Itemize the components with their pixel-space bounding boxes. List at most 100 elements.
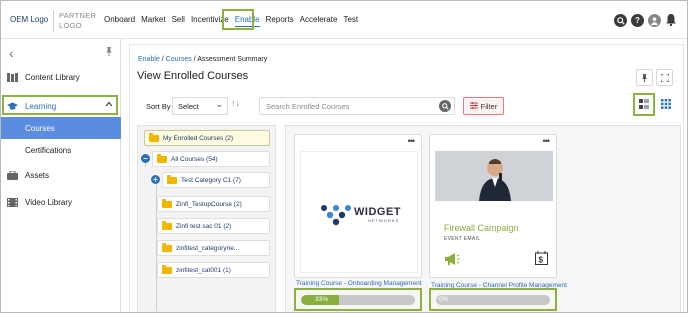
tree-node-child[interactable]: zinfitest_categoryne...: [157, 240, 270, 256]
progress-highlight-box: 33%: [294, 288, 422, 311]
sort-label: Sort By: [146, 102, 171, 111]
folder-icon: [157, 153, 167, 163]
campaign-photo: [435, 151, 553, 201]
title-actions: [636, 69, 673, 86]
search-icon[interactable]: [439, 100, 451, 112]
campaign-subtitle: EVENT EMAIL: [444, 236, 481, 242]
page-title: View Enrolled Courses: [137, 70, 249, 82]
tree-node-label: Test Category C1 (7): [181, 176, 241, 184]
folder-icon: [167, 174, 177, 184]
sidebar-top: ‹: [1, 39, 121, 67]
progress-highlight-box: 0%: [429, 288, 557, 311]
search-input[interactable]: Search Enrolled Courses: [259, 97, 455, 115]
help-icon[interactable]: ?: [631, 14, 644, 27]
enable-highlight-box: [222, 9, 254, 30]
search-icon[interactable]: [614, 14, 627, 27]
tree-node-child[interactable]: Zinfi test sac 01 (2): [157, 218, 270, 234]
pin-icon: [641, 73, 648, 82]
course-card[interactable]: ••• WIDGET NETWORKS: [294, 134, 422, 278]
toolbar: Sort By Select ⌄ ↑↓ Search Enrolled Cour…: [130, 93, 685, 119]
oem-logo[interactable]: OEM Logo: [10, 15, 48, 24]
list-view-icon[interactable]: [639, 99, 649, 111]
course-cards-area: ••• WIDGET NETWORKS Training Course - On…: [285, 125, 681, 312]
partner-logo-line2: LOGO: [59, 21, 82, 30]
tree-node-child[interactable]: zinfitest_cat001 (1): [157, 262, 270, 278]
sidebar-item-certifications[interactable]: Certifications: [1, 139, 121, 161]
sidebar-item-content-library[interactable]: Content Library: [1, 66, 121, 88]
grid-view-icon[interactable]: [661, 99, 671, 111]
nav-test[interactable]: Test: [343, 15, 358, 24]
tree-node-test-category[interactable]: Test Category C1 (7): [162, 172, 270, 188]
tree-node-label: All Courses (54): [171, 155, 218, 163]
progress-label: 0%: [439, 296, 449, 303]
partner-logo-line1: PARTNER: [59, 11, 97, 20]
breadcrumb-separator: /: [161, 56, 164, 63]
tree-node-label: Zinfi_TestupCourse (2): [176, 200, 242, 208]
breadcrumb-assessment-summary: Assessment Summary: [197, 56, 268, 63]
filter-label: Filter: [480, 101, 498, 111]
progress-label: 33%: [315, 296, 329, 303]
course-thumbnail: WIDGET NETWORKS: [300, 151, 418, 273]
sort-select[interactable]: Select ⌄: [172, 97, 228, 115]
sort-direction: ↑↓: [231, 98, 240, 108]
progress-bar: 33%: [301, 295, 415, 305]
filter-button[interactable]: Filter: [463, 97, 504, 115]
collapse-all-courses-icon[interactable]: –: [141, 154, 150, 163]
pin-page-button[interactable]: [636, 69, 653, 86]
tree-node-all-courses[interactable]: All Courses (54): [152, 151, 270, 167]
user-avatar-icon[interactable]: [648, 14, 661, 27]
sort-descending-icon[interactable]: ↓: [236, 98, 241, 108]
main-content: Enable / Courses / Assessment Summary Vi…: [129, 44, 685, 312]
megaphone-icon: [445, 253, 460, 265]
course-thumbnail: Firewall Campaign EVENT EMAIL $: [435, 151, 553, 273]
sidebar: ‹ Content Library Learning Courses Certi…: [1, 39, 121, 312]
sidebar-item-label: Video Library: [25, 197, 72, 207]
chevron-left-icon[interactable]: ‹: [9, 45, 14, 61]
course-title[interactable]: Training Course - Onboarding Management: [296, 280, 422, 287]
nav-onboard[interactable]: Onboard: [104, 15, 135, 24]
library-icon: [7, 72, 18, 82]
breadcrumb-enable[interactable]: Enable: [138, 56, 160, 63]
breadcrumb-separator: /: [193, 56, 196, 63]
header-icons: ?: [614, 13, 677, 28]
folder-icon: [149, 132, 159, 142]
category-tree: My Enrolled Courses (2) – All Courses (5…: [137, 125, 276, 312]
expand-category-icon[interactable]: +: [151, 175, 160, 184]
breadcrumb: Enable / Courses / Assessment Summary: [138, 56, 267, 63]
bell-icon[interactable]: [665, 13, 677, 28]
sidebar-item-label: Courses: [25, 123, 55, 133]
tree-node-label: zinfitest_categoryne...: [176, 244, 240, 252]
nav-reports[interactable]: Reports: [266, 15, 294, 24]
breadcrumb-courses[interactable]: Courses: [166, 56, 192, 63]
sidebar-item-assets[interactable]: Assets: [1, 164, 121, 186]
learning-highlight-box: [2, 95, 118, 115]
sidebar-item-video-library[interactable]: Video Library: [1, 191, 121, 213]
folder-icon: [162, 220, 172, 230]
nav-sell[interactable]: Sell: [172, 15, 185, 24]
partner-logo: PARTNER LOGO: [59, 11, 96, 31]
sidebar-item-label: Content Library: [25, 72, 80, 82]
expand-icon: [660, 73, 669, 82]
campaign-title: Firewall Campaign: [444, 223, 519, 233]
widget-logo-subtext: NETWORKS: [368, 218, 400, 223]
pin-icon[interactable]: [105, 47, 113, 58]
tree-node-my-enrolled[interactable]: My Enrolled Courses (2): [144, 130, 270, 146]
top-navigation-bar: OEM Logo PARTNER LOGO Onboard Market Sel…: [1, 1, 687, 39]
app-window: OEM Logo PARTNER LOGO Onboard Market Sel…: [0, 0, 688, 313]
more-options-icon[interactable]: •••: [543, 136, 551, 146]
filter-icon: [469, 101, 478, 111]
tree-node-label: My Enrolled Courses (2): [163, 134, 234, 142]
svg-text:$: $: [539, 256, 544, 265]
course-card[interactable]: ••• Firewall Campaign EVENT EMAIL $: [429, 134, 557, 278]
sidebar-item-courses[interactable]: Courses: [1, 117, 121, 139]
nav-market[interactable]: Market: [141, 15, 165, 24]
fullscreen-button[interactable]: [656, 69, 673, 86]
tree-node-child[interactable]: Zinfi_TestupCourse (2): [157, 196, 270, 212]
assets-icon: [7, 170, 18, 180]
more-options-icon[interactable]: •••: [408, 136, 416, 146]
folder-icon: [162, 264, 172, 274]
nav-accelerate[interactable]: Accelerate: [300, 15, 338, 24]
tree-node-label: Zinfi test sac 01 (2): [176, 222, 232, 230]
tree-node-label: zinfitest_cat001 (1): [176, 266, 231, 274]
search-placeholder: Search Enrolled Courses: [266, 102, 350, 111]
